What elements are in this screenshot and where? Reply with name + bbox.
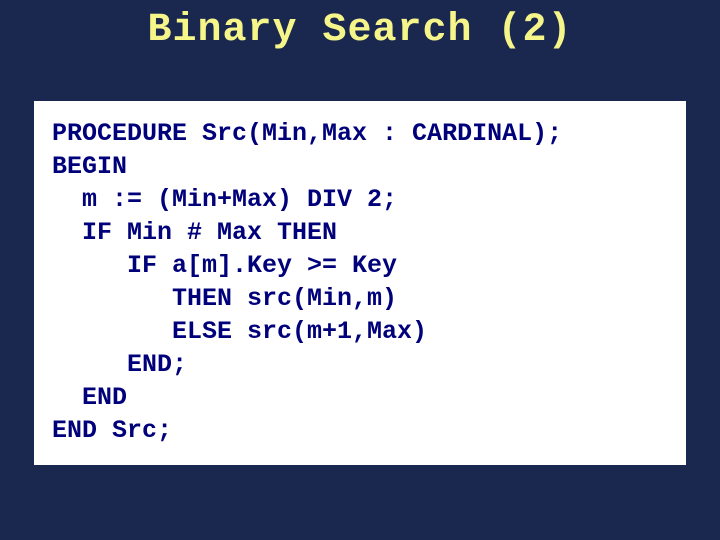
slide: Binary Search (2) PROCEDURE Src(Min,Max … (0, 0, 720, 540)
slide-title: Binary Search (2) (0, 0, 720, 53)
code-block: PROCEDURE Src(Min,Max : CARDINAL); BEGIN… (34, 101, 686, 465)
